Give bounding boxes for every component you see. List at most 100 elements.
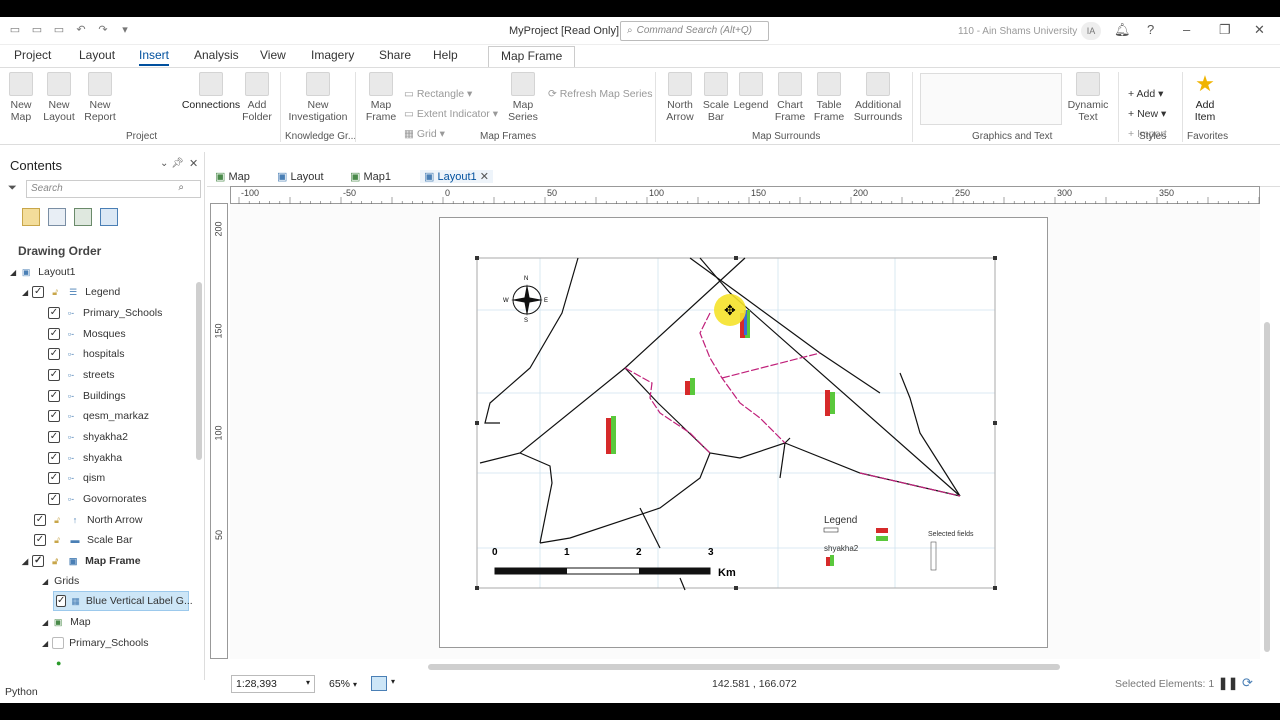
lock-icon[interactable]: 🔓︎ — [49, 556, 61, 566]
checkbox[interactable] — [52, 637, 65, 649]
new-investigation-button[interactable]: New Investigation — [286, 72, 350, 123]
legend-button[interactable]: Legend — [732, 72, 770, 111]
tab-imagery[interactable]: Imagery — [311, 48, 354, 62]
chevron-down-icon[interactable]: ▾ — [391, 677, 395, 686]
tab-map-frame[interactable]: Map Frame — [488, 46, 576, 67]
style-add-button[interactable]: + Add ▾ — [1128, 88, 1163, 100]
add-folder-button[interactable]: Add Folder — [240, 72, 274, 123]
style-new-button[interactable]: + New ▾ — [1128, 108, 1166, 120]
undo-icon[interactable]: ↶ — [74, 23, 88, 36]
tab-analysis[interactable]: Analysis — [194, 48, 239, 62]
checkbox[interactable]: ✓ — [48, 348, 60, 360]
restore-icon[interactable]: ❐ — [1219, 22, 1231, 38]
command-search-input[interactable]: ⌕ Command Search (Alt+Q) — [620, 21, 769, 41]
rectangle-button[interactable]: ▭ Rectangle ▾ — [404, 88, 472, 100]
new-project-icon[interactable]: ▭ — [8, 23, 22, 36]
tree-item-hospitals[interactable]: ✓ ▫- hospitals — [48, 344, 124, 364]
connections-button[interactable]: Connections — [180, 72, 242, 111]
tab-view[interactable]: View — [260, 48, 286, 62]
tree-item-primary-schools-layer[interactable]: ◢ Primary_Schools — [42, 633, 149, 653]
extent-indicator-button[interactable]: ▭ Extent Indicator ▾ — [404, 108, 498, 120]
tab-project[interactable]: Project — [14, 48, 51, 62]
selection-icon[interactable] — [48, 208, 66, 226]
north-arrow-button[interactable]: North Arrow — [662, 72, 698, 123]
data-source-icon[interactable] — [74, 208, 92, 226]
checkbox[interactable]: ✓ — [48, 369, 60, 381]
close-icon[interactable]: ✕ — [1254, 22, 1265, 38]
canvas-vscrollbar[interactable] — [1264, 322, 1270, 652]
tree-item-blue-vertical-label-grid[interactable]: ✓ ▦ Blue Vertical Label G... — [53, 591, 193, 611]
python-pane-tab[interactable]: Python — [5, 686, 38, 698]
layout-page[interactable]: N E S W ✥ 0 1 2 3 Km Legend shyakha2 Sel… — [439, 217, 1048, 648]
tree-item-map[interactable]: ◢ ▣ Map — [42, 612, 91, 632]
open-project-icon[interactable]: ▭ — [30, 23, 44, 36]
page-view-icon[interactable] — [371, 676, 387, 691]
tree-item-layout1[interactable]: ◢ ▣ Layout1 — [10, 262, 76, 282]
doc-tab-layout1[interactable]: ▣ Layout1 ✕ — [420, 170, 493, 183]
lock-icon[interactable]: 🔓︎ — [51, 515, 63, 525]
checkbox[interactable]: ✓ — [48, 493, 60, 505]
doc-tab-map1[interactable]: ▣ Map1 — [350, 170, 391, 183]
tree-item-qesm-markaz[interactable]: ✓ ▫- qesm_markaz — [48, 406, 149, 426]
new-layout-button[interactable]: New Layout — [38, 72, 80, 123]
tree-item-grids[interactable]: ◢ Grids — [42, 571, 79, 591]
refresh-icon[interactable]: ⟳ — [1242, 675, 1253, 691]
contents-scrollbar[interactable] — [196, 282, 202, 460]
checkbox[interactable]: ✓ — [34, 534, 46, 546]
contents-search-input[interactable]: Search ⌕ — [26, 180, 201, 198]
checkbox[interactable]: ✓ — [34, 514, 46, 526]
tree-item-shyakha[interactable]: ✓ ▫- shyakha — [48, 448, 122, 468]
checkbox[interactable]: ✓ — [32, 286, 45, 298]
grid-button[interactable]: ▦ Grid ▾ — [404, 128, 445, 140]
tab-share[interactable]: Share — [379, 48, 411, 62]
pause-icon[interactable]: ❚❚ — [1218, 676, 1238, 690]
tab-help[interactable]: Help — [433, 48, 458, 62]
lock-icon[interactable]: 🔓︎ — [49, 287, 61, 297]
checkbox[interactable]: ✓ — [48, 410, 60, 422]
redo-icon[interactable]: ↷ — [96, 23, 110, 36]
close-tab-icon[interactable]: ✕ — [480, 171, 489, 183]
doc-tab-map[interactable]: ▣ Map — [215, 170, 250, 183]
tree-item-scale-bar[interactable]: ✓ 🔓︎ ▬ Scale Bar — [34, 530, 133, 550]
map-frame[interactable]: N E S W ✥ 0 1 2 3 Km Legend shyakha2 Sel… — [440, 218, 1049, 649]
tree-item-legend[interactable]: ◢ ✓ 🔓︎ ☰ Legend — [22, 282, 120, 302]
customize-toolbar-icon[interactable]: ▾ — [118, 23, 132, 36]
scale-bar[interactable]: 0 1 2 3 Km — [492, 547, 736, 579]
additional-surrounds-button[interactable]: Additional Surrounds — [850, 72, 906, 123]
tree-item-north-arrow[interactable]: ✓ 🔓︎ ↑ North Arrow — [34, 510, 142, 530]
table-frame-button[interactable]: Table Frame — [810, 72, 848, 123]
chart-frame-button[interactable]: Chart Frame — [772, 72, 808, 123]
north-arrow[interactable]: N E S W — [503, 276, 548, 324]
checkbox[interactable]: ✓ — [48, 452, 60, 464]
checkbox[interactable]: ✓ — [32, 555, 45, 567]
legend[interactable]: Legend shyakha2 Selected fields — [823, 515, 974, 571]
map-series-button[interactable]: Map Series — [504, 72, 542, 123]
avatar[interactable]: IA — [1081, 22, 1101, 40]
map-frame-button[interactable]: Map Frame — [362, 72, 400, 123]
user-label[interactable]: 110 - Ain Shams University — [958, 26, 1077, 37]
add-item-button[interactable]: ★ Add Item — [1187, 72, 1223, 124]
tree-item-qism[interactable]: ✓ ▫- qism — [48, 468, 105, 488]
snapping-icon[interactable] — [100, 208, 118, 226]
layout-canvas[interactable]: N E S W ✥ 0 1 2 3 Km Legend shyakha2 Sel… — [230, 204, 1260, 659]
tree-item-shyakha2[interactable]: ✓ ▫- shyakha2 — [48, 427, 128, 447]
zoom-selector[interactable]: 65% ▾ — [329, 678, 357, 690]
new-map-button[interactable]: New Map — [4, 72, 38, 123]
tree-item-map-frame[interactable]: ◢ ✓ 🔓︎ ▣ Map Frame — [22, 551, 141, 571]
pane-options-icon[interactable]: ⌄ 📌︎ — [160, 158, 184, 169]
graphics-gallery[interactable] — [920, 73, 1062, 125]
bell-icon[interactable]: 🔔︎ — [1114, 22, 1131, 38]
tree-item-streets[interactable]: ✓ ▫- streets — [48, 365, 115, 385]
tree-item-primary-schools[interactable]: ✓ ▫- Primary_Schools — [48, 303, 162, 323]
lock-icon[interactable]: 🔓︎ — [51, 535, 63, 545]
help-icon[interactable]: ? — [1147, 22, 1154, 37]
dynamic-text-button[interactable]: Dynamic Text — [1066, 72, 1110, 123]
checkbox[interactable]: ✓ — [48, 328, 60, 340]
doc-tab-layout[interactable]: ▣ Layout — [277, 170, 324, 183]
tree-item-mosques[interactable]: ✓ ▫- Mosques — [48, 324, 126, 344]
scale-selector[interactable]: 1:28,393 ▾ — [231, 675, 315, 693]
checkbox[interactable]: ✓ — [48, 307, 60, 319]
drawing-order-icon[interactable] — [22, 208, 40, 226]
checkbox[interactable]: ✓ — [48, 431, 60, 443]
new-report-button[interactable]: New Report — [80, 72, 120, 123]
